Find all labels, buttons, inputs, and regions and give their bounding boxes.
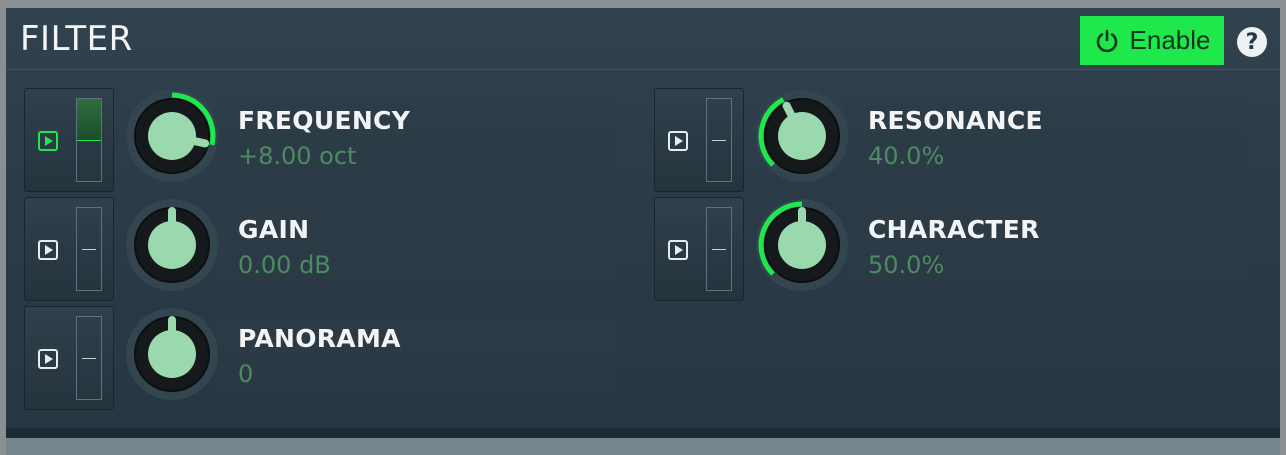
- panel-title: FILTER: [20, 19, 133, 59]
- modulation-slider[interactable]: [706, 98, 732, 182]
- param-row-frequency: FREQUENCY +8.00 oct: [6, 88, 618, 196]
- param-name: FREQUENCY: [238, 106, 411, 135]
- modulation-box[interactable]: [24, 306, 114, 410]
- knob-graphic: [126, 199, 218, 291]
- param-row-character: CHARACTER 50.0%: [636, 197, 1248, 305]
- filter-panel: FILTER Enable ? FREQUENCY +8.00 oct RESON…: [6, 8, 1280, 438]
- help-icon[interactable]: ?: [1237, 27, 1267, 57]
- modulation-marker: [712, 249, 726, 250]
- knob-frequency[interactable]: [124, 88, 220, 184]
- param-row-gain: GAIN 0.00 dB: [6, 197, 618, 305]
- param-row-panorama: PANORAMA 0: [6, 306, 618, 414]
- play-icon[interactable]: [668, 131, 688, 151]
- knob-graphic: [756, 90, 848, 182]
- panel-footer-divider: [6, 428, 1280, 438]
- modulation-box[interactable]: [24, 88, 114, 192]
- modulation-slider[interactable]: [76, 207, 102, 291]
- param-name: RESONANCE: [868, 106, 1043, 135]
- modulation-slider[interactable]: [76, 316, 102, 400]
- param-name: GAIN: [238, 215, 310, 244]
- param-value[interactable]: 0: [238, 360, 253, 388]
- enable-label: Enable: [1129, 25, 1211, 55]
- play-icon[interactable]: [38, 349, 58, 369]
- knob-gain[interactable]: [124, 197, 220, 293]
- modulation-marker: [82, 358, 96, 359]
- param-value[interactable]: +8.00 oct: [238, 142, 356, 170]
- play-icon[interactable]: [38, 131, 58, 151]
- play-icon[interactable]: [38, 240, 58, 260]
- knob-graphic: [126, 90, 218, 182]
- param-name: CHARACTER: [868, 215, 1040, 244]
- modulation-slider[interactable]: [706, 207, 732, 291]
- modulation-box[interactable]: [24, 197, 114, 301]
- param-row-resonance: RESONANCE 40.0%: [636, 88, 1248, 196]
- knob-character[interactable]: [754, 197, 850, 293]
- modulation-fill: [77, 99, 101, 141]
- param-value[interactable]: 40.0%: [868, 142, 944, 170]
- modulation-box[interactable]: [654, 197, 744, 301]
- modulation-box[interactable]: [654, 88, 744, 192]
- bottom-strip: [6, 438, 1280, 455]
- power-icon: [1096, 29, 1117, 52]
- play-icon[interactable]: [668, 240, 688, 260]
- enable-button[interactable]: Enable: [1080, 16, 1224, 65]
- modulation-marker: [82, 249, 96, 250]
- panel-header: FILTER Enable ?: [6, 8, 1280, 70]
- param-value[interactable]: 50.0%: [868, 251, 944, 279]
- param-value[interactable]: 0.00 dB: [238, 251, 331, 279]
- modulation-slider[interactable]: [76, 98, 102, 182]
- knob-graphic: [126, 308, 218, 400]
- param-name: PANORAMA: [238, 324, 401, 353]
- modulation-marker: [712, 140, 726, 141]
- knob-resonance[interactable]: [754, 88, 850, 184]
- knob-graphic: [756, 199, 848, 291]
- knob-panorama[interactable]: [124, 306, 220, 402]
